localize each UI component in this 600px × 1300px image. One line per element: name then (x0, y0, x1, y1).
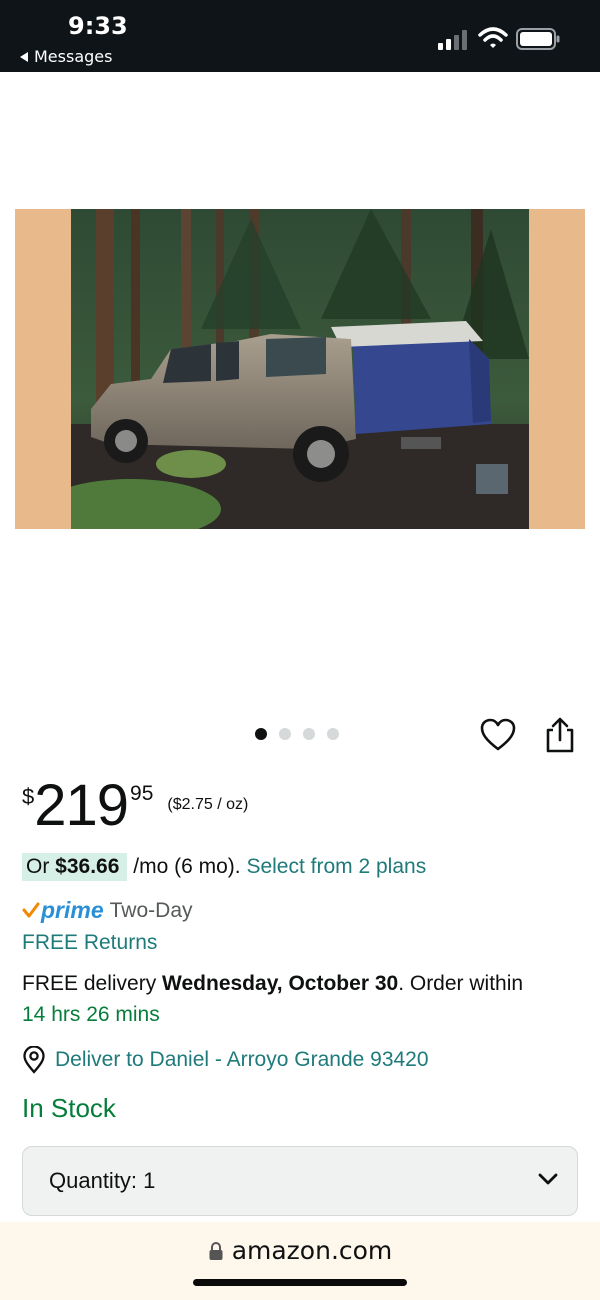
carousel-dot[interactable] (279, 728, 291, 740)
status-time: 9:33 (68, 12, 128, 40)
browser-address-bar[interactable]: amazon.com (0, 1222, 600, 1300)
carousel-dot[interactable] (255, 728, 267, 740)
price-currency: $ (22, 784, 35, 809)
installment-prefix: Or (26, 855, 56, 878)
delivery-prefix: FREE delivery (22, 972, 163, 995)
wifi-icon (478, 27, 508, 48)
price-whole: 219 (34, 773, 129, 838)
price: $ 219 95 ($2.75 / oz) (22, 776, 248, 836)
quantity-label: Quantity: (49, 1168, 138, 1193)
delivery-info: FREE delivery Wednesday, October 30. Ord… (22, 968, 582, 1030)
url-display[interactable]: amazon.com (0, 1236, 600, 1265)
image-carousel-dots[interactable] (255, 728, 339, 740)
installment-chip: Or $36.66 (22, 853, 128, 881)
select-plans-link[interactable]: Select from 2 plans (246, 855, 426, 878)
prime-two-day: Two-Day (109, 898, 193, 922)
heart-icon[interactable] (480, 718, 516, 752)
installment-amount: $36.66 (55, 855, 120, 878)
back-label: Messages (34, 47, 113, 66)
free-returns-link[interactable]: FREE Returns (22, 931, 157, 955)
back-to-messages[interactable]: Messages (20, 47, 112, 66)
delivery-mid: . Order within (398, 972, 524, 995)
stock-status: In Stock (22, 1093, 116, 1123)
quantity-value: 1 (143, 1168, 156, 1193)
chevron-down-icon (538, 1173, 558, 1185)
delivery-countdown: 14 hrs 26 mins (22, 1003, 160, 1026)
prime-badge: prime Two-Day (22, 897, 193, 924)
status-bar: 9:33 Messages (0, 0, 600, 72)
location-pin-icon (23, 1046, 45, 1074)
product-image[interactable] (15, 209, 585, 529)
home-indicator[interactable] (193, 1279, 407, 1286)
battery-icon (516, 28, 560, 50)
prime-logo: prime (41, 897, 104, 923)
truck-tent-photo (71, 209, 529, 529)
deliver-to-label: Deliver to Daniel - Arroyo Grande 93420 (55, 1048, 429, 1071)
delivery-date: Wednesday, October 30 (162, 972, 399, 995)
prime-check-icon (22, 902, 40, 917)
lock-icon (209, 1241, 223, 1260)
carousel-dot[interactable] (327, 728, 339, 740)
signal-icon (438, 30, 467, 50)
installment-term: /mo (6 mo). (127, 855, 247, 878)
url-domain: amazon.com (231, 1236, 393, 1265)
carousel-dot[interactable] (303, 728, 315, 740)
back-arrow-icon (20, 51, 28, 62)
unit-price: ($2.75 / oz) (167, 796, 249, 813)
quantity-select[interactable]: Quantity: 1 (22, 1146, 578, 1216)
price-fraction: 95 (130, 782, 154, 805)
deliver-to-link[interactable]: Deliver to Daniel - Arroyo Grande 93420 (22, 1046, 429, 1074)
installment-offer: Or $36.66 /mo (6 mo). Select from 2 plan… (22, 853, 426, 881)
share-icon[interactable] (543, 716, 577, 754)
